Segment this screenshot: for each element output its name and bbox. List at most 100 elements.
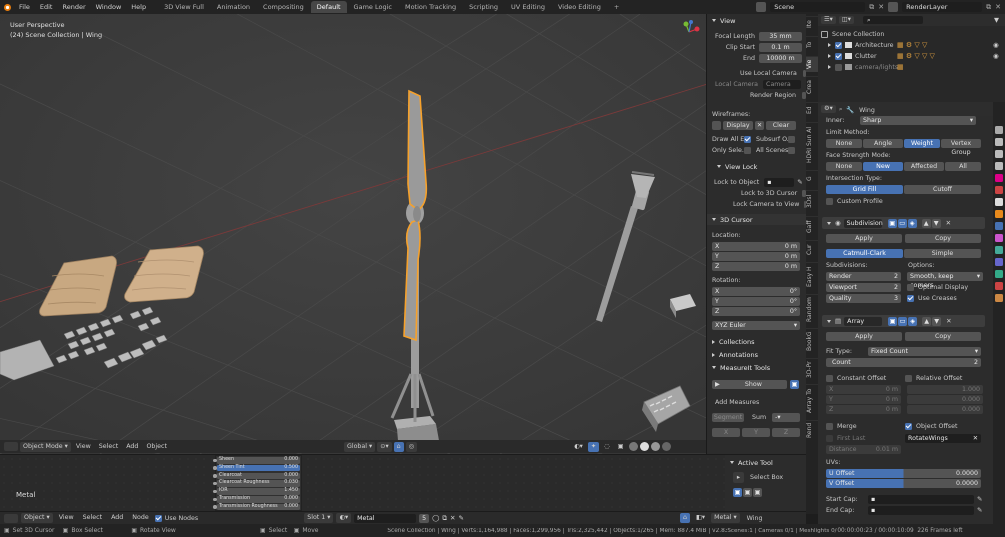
subdivision-modifier-header[interactable]: ◉ Subdivision ▣ ▭ ◈ ▲ ▼ ✕ (822, 217, 985, 229)
overlay-icon[interactable]: ◌ (601, 442, 613, 452)
measure-x-button[interactable]: X (712, 427, 740, 437)
menu-render[interactable]: Render (57, 0, 90, 14)
editor-type-icon[interactable] (4, 513, 18, 523)
pin-icon[interactable]: ✎ (459, 514, 464, 522)
tool-tab-icon[interactable] (995, 126, 1003, 134)
data-tab-icon[interactable] (995, 270, 1003, 278)
solid-shading-icon[interactable] (639, 442, 649, 451)
tab-3d-view-full[interactable]: 3D View Full (158, 1, 210, 13)
node-menu-view[interactable]: View (56, 513, 77, 523)
sidebar-tab-hdri-sun-al[interactable]: HDRI Sun Al (806, 122, 818, 166)
node-menu-select[interactable]: Select (80, 513, 105, 523)
end-cap-eyedropper-icon[interactable]: ✎ (977, 506, 982, 514)
clip-start-field[interactable]: 0.1 m (759, 42, 802, 52)
socket-dot-icon[interactable] (213, 489, 217, 494)
subdiv-copy-button[interactable]: Copy (905, 233, 981, 243)
editor-type-icon[interactable] (4, 442, 18, 451)
view-lock-section-header[interactable]: View Lock (707, 161, 806, 172)
sidebar-tab-g[interactable]: G (806, 170, 818, 186)
sidebar-tab-3d-pr[interactable]: 3D-Pr (806, 358, 818, 380)
texture-tab-icon[interactable] (995, 294, 1003, 302)
sidebar-tab-bookg[interactable]: BookG (806, 328, 818, 354)
optimal-display-checkbox[interactable] (907, 283, 914, 291)
physics-tab-icon[interactable] (995, 246, 1003, 254)
outliner-search-input[interactable]: ⌕ (862, 16, 923, 24)
merge-checkbox[interactable] (826, 422, 833, 430)
object-tab-icon[interactable] (995, 210, 1003, 218)
remove-modifier-icon[interactable]: ✕ (946, 317, 951, 325)
socket-dot-icon[interactable] (213, 474, 217, 478)
sidebar-tab-ed[interactable]: Ed (806, 102, 818, 118)
close-scene-icon[interactable]: ✕ (878, 3, 884, 11)
collection-tab-icon[interactable] (995, 198, 1003, 206)
limit-angle-button[interactable]: Angle (863, 138, 903, 148)
node-socket-row[interactable]: Transmission 0.000 (213, 496, 300, 503)
tab-default[interactable]: Default (310, 1, 347, 13)
sidebar-tab-rend[interactable]: Rend (806, 420, 818, 440)
material-tab-icon[interactable] (995, 282, 1003, 290)
rendered-shading-icon[interactable] (661, 442, 671, 451)
sidebar-tab-random[interactable]: Random (806, 294, 818, 324)
outliner-editor-icon[interactable]: ☰▾ (821, 16, 836, 24)
sidebar-tab-easy-h[interactable]: Easy H (806, 262, 818, 290)
view-layer-tab-icon[interactable] (995, 162, 1003, 170)
sidebar-tab-array-to[interactable]: Array To (806, 384, 818, 416)
sidebar-tab-crea[interactable]: Crea (806, 76, 818, 98)
constant-y-field[interactable]: Y 0 m (826, 394, 901, 404)
render-layer-field[interactable]: RenderLayer (902, 2, 983, 12)
close-layer-icon[interactable]: ✕ (995, 3, 1001, 11)
tab-uv-editing[interactable]: UV Editing (505, 1, 551, 13)
array-name-field[interactable]: Array (844, 316, 883, 326)
snap-toggle-icon[interactable]: ⌂ (679, 513, 690, 523)
segment-button[interactable]: Segment (712, 412, 744, 422)
smooth-select[interactable]: Smooth, keep corners ▾ (907, 271, 983, 289)
node-editor[interactable]: Metal Sheen 0.000 Sheen Tint 0.500 Clearcoat… (0, 454, 806, 511)
view-section-header[interactable]: View (707, 15, 806, 26)
duplicate-material-icon[interactable]: ⧉ (442, 514, 447, 523)
node-menu-add[interactable]: Add (108, 513, 126, 523)
render-visibility-icon[interactable]: ◈ (907, 218, 917, 228)
unlink-material-icon[interactable]: ✕ (450, 514, 455, 522)
sidebar-tab-ite[interactable]: Ite (806, 16, 818, 32)
viewport-visibility-icon[interactable]: ▭ (897, 218, 907, 228)
eye-icon[interactable]: ◉ (993, 41, 999, 49)
relative-offset-checkbox[interactable] (905, 374, 912, 382)
cutoff-button[interactable]: Cutoff (904, 184, 981, 194)
euler-select[interactable]: XYZ Euler ▾ (712, 320, 800, 330)
relative-z-field[interactable]: 0.000 (907, 404, 983, 414)
render-levels-field[interactable]: Render 2 (826, 271, 901, 281)
world-tab-icon[interactable] (995, 186, 1003, 194)
modifier-tab-icon[interactable] (995, 222, 1003, 230)
visibility-icon[interactable]: ◐▾ (571, 442, 586, 452)
viewport-visibility-icon[interactable]: ▭ (898, 316, 908, 326)
face-all-button[interactable]: All (945, 161, 981, 171)
node-socket-row[interactable]: Sheen Tint 0.500 (213, 464, 300, 472)
tab-motion-tracking[interactable]: Motion Tracking (399, 1, 462, 13)
node-socket-row[interactable]: Transmission Roughness 0.000 (213, 503, 300, 511)
material-browse-icon[interactable]: ◐▾ (336, 513, 352, 523)
v-offset-field[interactable]: V Offset 0.0000 (826, 478, 981, 488)
node-socket-row[interactable]: IOR 1.450 (213, 488, 300, 495)
node-object-select[interactable]: Object ▾ (21, 513, 53, 523)
eyedropper-icon[interactable]: ✎ (797, 178, 802, 186)
move-down-icon[interactable]: ▼ (931, 218, 941, 228)
search-icon[interactable]: ⌕ (839, 105, 843, 114)
cursor-section-header[interactable]: 3D Cursor (707, 214, 806, 225)
socket-dot-icon[interactable] (213, 497, 217, 501)
menu-edit[interactable]: Edit (35, 0, 58, 14)
lock-object-field[interactable]: ▪ (764, 177, 795, 187)
scene-name-field[interactable]: Scene (770, 2, 866, 12)
limit-none-button[interactable]: None (826, 138, 862, 148)
copy-scene-icon[interactable]: ⧉ (869, 3, 874, 12)
sidebar-tab-3dsl[interactable]: 3Dsl (806, 190, 818, 212)
limit-weight-button[interactable]: Weight (904, 138, 940, 148)
annotations-section-header[interactable]: Annotations (707, 349, 806, 360)
outliner-item-camera-lights[interactable]: camera/lights (855, 64, 898, 71)
node-menu-node[interactable]: Node (129, 513, 151, 523)
fit-type-select[interactable]: Fixed Count ▾ (868, 346, 981, 356)
move-down-icon[interactable]: ▼ (932, 316, 942, 326)
constant-z-field[interactable]: Z 0 m (826, 404, 901, 414)
mode-extend-icon[interactable]: ▣ (743, 487, 752, 497)
eye-icon[interactable]: ◉ (993, 52, 999, 60)
measureit-section-header[interactable]: MeasureIt Tools (707, 362, 806, 373)
